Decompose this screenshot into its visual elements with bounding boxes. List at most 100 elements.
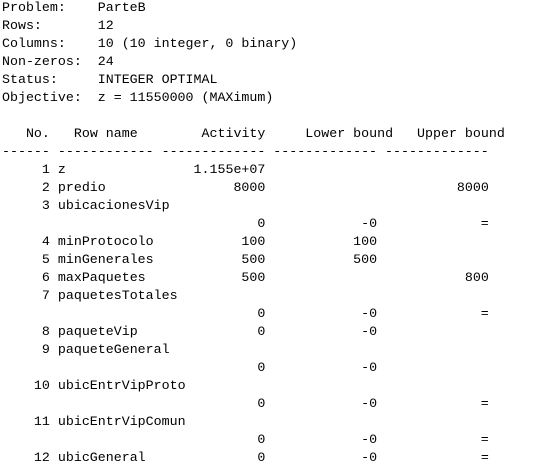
row-lower-bound: -0	[273, 216, 378, 231]
columns-label: Columns:	[2, 36, 66, 51]
row-activity: 0	[161, 306, 266, 321]
column-header-upper-bound: Upper bound	[417, 126, 505, 141]
row-lower-bound: -0	[273, 432, 378, 447]
row-upper-bound: 8000	[385, 180, 489, 195]
table-row: 2 predio 8000 8000	[2, 179, 505, 197]
row-lower-bound: -0	[273, 450, 378, 465]
row-name: ubicGeneral	[57, 450, 154, 465]
table-row-values: 0 -0 =	[2, 215, 505, 233]
row-number: 8	[2, 324, 50, 339]
row-upper-bound	[385, 360, 489, 375]
row-lower-bound: -0	[273, 324, 378, 339]
row-number: 10	[2, 378, 50, 393]
table-row: 9 paqueteGeneral	[2, 341, 505, 359]
header-columns: Columns: 10 (10 integer, 0 binary)	[2, 35, 505, 53]
status-value: INTEGER OPTIMAL	[97, 72, 218, 87]
columns-value: 10 (10 integer, 0 binary)	[97, 36, 298, 51]
row-name: maxPaquetes	[57, 270, 154, 285]
row-upper-bound: =	[385, 450, 489, 465]
row-upper-bound	[385, 324, 489, 339]
row-lower-bound	[273, 270, 377, 285]
row-activity: 100	[161, 234, 266, 249]
table-row: 1 z 1.155e+07	[2, 161, 505, 179]
row-lower-bound	[273, 162, 377, 177]
header-problem: Problem: ParteB	[2, 0, 505, 17]
row-upper-bound: =	[385, 432, 489, 447]
row-activity: 8000	[161, 180, 266, 195]
row-name: paquetesTotales	[57, 288, 178, 303]
row-name: ubicacionesVip	[57, 198, 170, 213]
row-activity: 500	[161, 270, 266, 285]
row-number: 5	[2, 252, 50, 267]
table-row: 8 paqueteVip 0 -0	[2, 323, 505, 341]
row-activity: 0	[161, 216, 266, 231]
row-name: minGenerales	[57, 252, 154, 267]
solver-output: Problem: ParteB Rows: 12 Columns: 10 (10 i…	[2, 0, 505, 467]
row-number: 9	[2, 342, 50, 357]
row-activity: 0	[161, 360, 266, 375]
row-number: 6	[2, 270, 50, 285]
row-number: 2	[2, 180, 50, 195]
header-rows: Rows: 12	[2, 17, 505, 35]
row-activity: 500	[161, 252, 266, 267]
row-lower-bound: -0	[273, 396, 378, 411]
column-header-lower-bound: Lower bound	[305, 126, 394, 141]
row-lower-bound: 100	[273, 234, 378, 249]
table-row-values: 0 -0 =	[2, 305, 505, 323]
column-header-activity: Activity	[201, 126, 266, 141]
row-lower-bound: -0	[273, 360, 378, 375]
table-row: 12 ubicGeneral 0 -0 =	[2, 449, 505, 467]
row-number: 12	[2, 450, 50, 465]
row-activity: 0	[161, 450, 266, 465]
row-activity: 1.155e+07	[161, 162, 266, 177]
header-objective: Objective: z = 11550000 (MAXimum)	[2, 89, 505, 107]
column-header-row-name: Row name	[73, 126, 138, 141]
table-row: 11 ubicEntrVipComun	[2, 413, 505, 431]
rows-label: Rows:	[2, 18, 42, 33]
table-header: No. Row name Activity Lower bound Upper …	[2, 125, 505, 143]
table-row-values: 0 -0 =	[2, 395, 505, 413]
row-upper-bound	[385, 162, 489, 177]
row-name: predio	[57, 180, 154, 195]
table-row-values: 0 -0	[2, 359, 505, 377]
rows-value: 12	[97, 18, 114, 33]
row-name: paqueteVip	[57, 324, 154, 339]
row-lower-bound: -0	[273, 306, 378, 321]
column-header-no: No.	[25, 126, 50, 141]
row-upper-bound	[385, 234, 489, 249]
problem-value: ParteB	[97, 0, 146, 15]
table-row-values: 0 -0 =	[2, 431, 505, 449]
row-lower-bound: 500	[273, 252, 378, 267]
row-number: 3	[2, 198, 50, 213]
row-upper-bound: =	[385, 216, 489, 231]
row-name: paqueteGeneral	[57, 342, 170, 357]
row-upper-bound	[385, 252, 489, 267]
table-separator: ------ ------------ ------------- ------…	[2, 144, 489, 159]
table-row: 4 minProtocolo 100 100	[2, 233, 505, 251]
header-nonzeros: Non-zeros: 24	[2, 53, 505, 71]
status-label: Status:	[2, 72, 58, 87]
row-name: z	[57, 162, 154, 177]
header-status: Status: INTEGER OPTIMAL	[2, 71, 505, 89]
row-number: 7	[2, 288, 50, 303]
row-name: ubicEntrVipComun	[57, 414, 186, 429]
row-upper-bound: =	[385, 306, 489, 321]
objective-value: z = 11550000 (MAXimum)	[97, 90, 274, 105]
nonzeros-label: Non-zeros:	[2, 54, 82, 69]
problem-label: Problem:	[2, 0, 66, 15]
objective-label: Objective:	[2, 90, 82, 105]
table-row: 10 ubicEntrVipProto	[2, 377, 505, 395]
row-activity: 0	[161, 432, 266, 447]
table-row: 6 maxPaquetes 500 800	[2, 269, 505, 287]
row-upper-bound: 800	[385, 270, 489, 285]
nonzeros-value: 24	[97, 54, 114, 69]
row-number: 4	[2, 234, 50, 249]
row-upper-bound: =	[385, 396, 489, 411]
row-name: minProtocolo	[57, 234, 154, 249]
row-lower-bound	[273, 180, 377, 195]
row-name: ubicEntrVipProto	[57, 378, 186, 393]
row-number: 11	[2, 414, 50, 429]
row-table: No. Row name Activity Lower bound Upper …	[2, 125, 505, 467]
row-activity: 0	[161, 324, 266, 339]
